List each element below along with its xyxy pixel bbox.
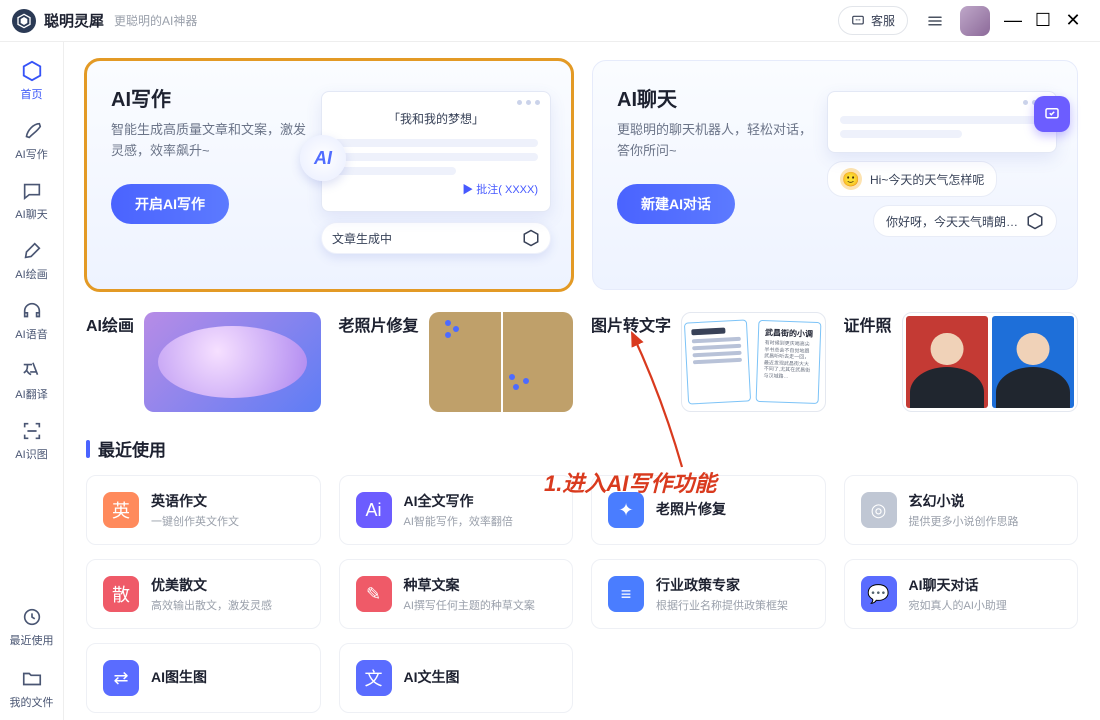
hero-chat-desc: 更聪明的聊天机器人，轻松对话，答你所问~ [617, 120, 817, 162]
essay-icon: 英 [103, 492, 139, 528]
feature-id-photo[interactable]: 证件照 [844, 312, 1079, 412]
sidebar-item-home[interactable]: 首页 [8, 52, 56, 110]
recent-prose[interactable]: 散优美散文高效输出散文，激发灵感 [86, 559, 321, 629]
policy-icon: ≡ [608, 576, 644, 612]
hero-card-write[interactable]: AI写作 智能生成高质量文章和文案，激发灵感，效率飙升~ 开启AI写作 「我和我… [86, 60, 572, 290]
photo-icon: ✦ [608, 492, 644, 528]
home-icon [21, 60, 43, 82]
feature-img-to-text[interactable]: 图片转文字 武昌街的小调 有时候到更庆喝高尖半书总会不自觉地跟武昌听听去走一回，… [591, 312, 826, 412]
brush-icon [21, 240, 43, 262]
img2img-icon: ⇄ [103, 660, 139, 696]
app-subtitle: 更聪明的AI神器 [114, 12, 197, 29]
feature-draw-thumb [144, 312, 320, 412]
txt2img-icon: 文 [356, 660, 392, 696]
recent-ai-chat[interactable]: 💬AI聊天对话宛如真人的AI小助理 [844, 559, 1079, 629]
hero-card-chat[interactable]: AI聊天 更聪明的聊天机器人，轻松对话，答你所问~ 新建AI对话 🙂Hi~今天的… [592, 60, 1078, 290]
window-close-button[interactable]: ✕ [1058, 10, 1088, 31]
hamburger-icon [926, 12, 944, 30]
menu-button[interactable] [922, 8, 948, 34]
folder-icon [21, 668, 43, 690]
copy-icon: ✎ [356, 576, 392, 612]
feather-icon [21, 120, 43, 142]
titlebar: 聪明灵犀 更聪明的AI神器 客服 — ☐ ✕ [0, 0, 1100, 42]
chat-icon: 💬 [861, 576, 897, 612]
app-logo-icon [12, 9, 36, 33]
translate-icon [21, 360, 43, 382]
sidebar-item-recent[interactable]: 最近使用 [8, 598, 56, 658]
hero-write-desc: 智能生成高质量文章和文案，激发灵感，效率飙升~ [111, 120, 311, 162]
recent-heading: 最近使用 [86, 436, 1078, 461]
hexagon-icon [1026, 212, 1044, 230]
hero-write-mock: 「我和我的梦想」 ▶ 批注( XXXX) AI 文章生成中 [321, 91, 551, 254]
window-minimize-button[interactable]: — [998, 10, 1028, 31]
sidebar-item-write[interactable]: AI写作 [8, 112, 56, 170]
sidebar-item-ocr[interactable]: AI识图 [8, 412, 56, 470]
user-avatar[interactable] [960, 6, 990, 36]
sidebar-item-translate[interactable]: AI翻译 [8, 352, 56, 410]
feature-photo-restore[interactable]: 老照片修复 [339, 312, 574, 412]
headphone-icon [21, 300, 43, 322]
sidebar-item-chat[interactable]: AI聊天 [8, 172, 56, 230]
sidebar-item-draw[interactable]: AI绘画 [8, 232, 56, 290]
feature-ai-draw[interactable]: AI绘画 [86, 312, 321, 412]
window-maximize-button[interactable]: ☐ [1028, 10, 1058, 31]
feature-ocr-thumb: 武昌街的小调 有时候到更庆喝高尖半书总会不自觉地跟武昌听听去走一回，最近发现武昌… [681, 312, 825, 412]
write-icon: Ai [356, 492, 392, 528]
start-ai-write-button[interactable]: 开启AI写作 [111, 184, 229, 224]
novel-icon: ◎ [861, 492, 897, 528]
recent-img2img[interactable]: ⇄AI图生图 [86, 643, 321, 713]
clock-icon [21, 606, 43, 628]
chat-icon [851, 14, 865, 28]
recent-policy-expert[interactable]: ≡行业政策专家根据行业名称提供政策框架 [591, 559, 826, 629]
feature-photo-thumb [429, 312, 573, 412]
recent-english-essay[interactable]: 英英语作文一键创作英文作文 [86, 475, 321, 545]
main-content: AI写作 智能生成高质量文章和文案，激发灵感，效率飙升~ 开启AI写作 「我和我… [64, 42, 1100, 720]
avatar-emoji-icon: 🙂 [840, 168, 862, 190]
ai-badge-icon: AI [300, 135, 346, 181]
feature-id-thumb [902, 312, 1078, 412]
heading-accent-icon [86, 440, 90, 458]
customer-service-button[interactable]: 客服 [838, 6, 908, 35]
chat-float-icon [1034, 96, 1070, 132]
sidebar-item-voice[interactable]: AI语音 [8, 292, 56, 350]
sidebar: 首页 AI写作 AI聊天 AI绘画 AI语音 AI翻译 AI识图 最 [0, 42, 64, 720]
recent-fantasy-novel[interactable]: ◎玄幻小说提供更多小说创作思路 [844, 475, 1079, 545]
hero-chat-mock: 🙂Hi~今天的天气怎样呢 你好呀，今天天气晴朗… [827, 91, 1057, 237]
recent-grass-copy[interactable]: ✎种草文案AI撰写任何主题的种草文案 [339, 559, 574, 629]
app-name: 聪明灵犀 [44, 10, 104, 31]
sidebar-item-files[interactable]: 我的文件 [8, 660, 56, 720]
scan-icon [21, 420, 43, 442]
chat-bubble-icon [21, 180, 43, 202]
recent-txt2img[interactable]: 文AI文生图 [339, 643, 574, 713]
hexagon-icon [522, 229, 540, 247]
recent-full-write[interactable]: AiAI全文写作AI智能写作，效率翻倍 [339, 475, 574, 545]
recent-photo-restore[interactable]: ✦老照片修复 [591, 475, 826, 545]
prose-icon: 散 [103, 576, 139, 612]
new-ai-chat-button[interactable]: 新建AI对话 [617, 184, 735, 224]
